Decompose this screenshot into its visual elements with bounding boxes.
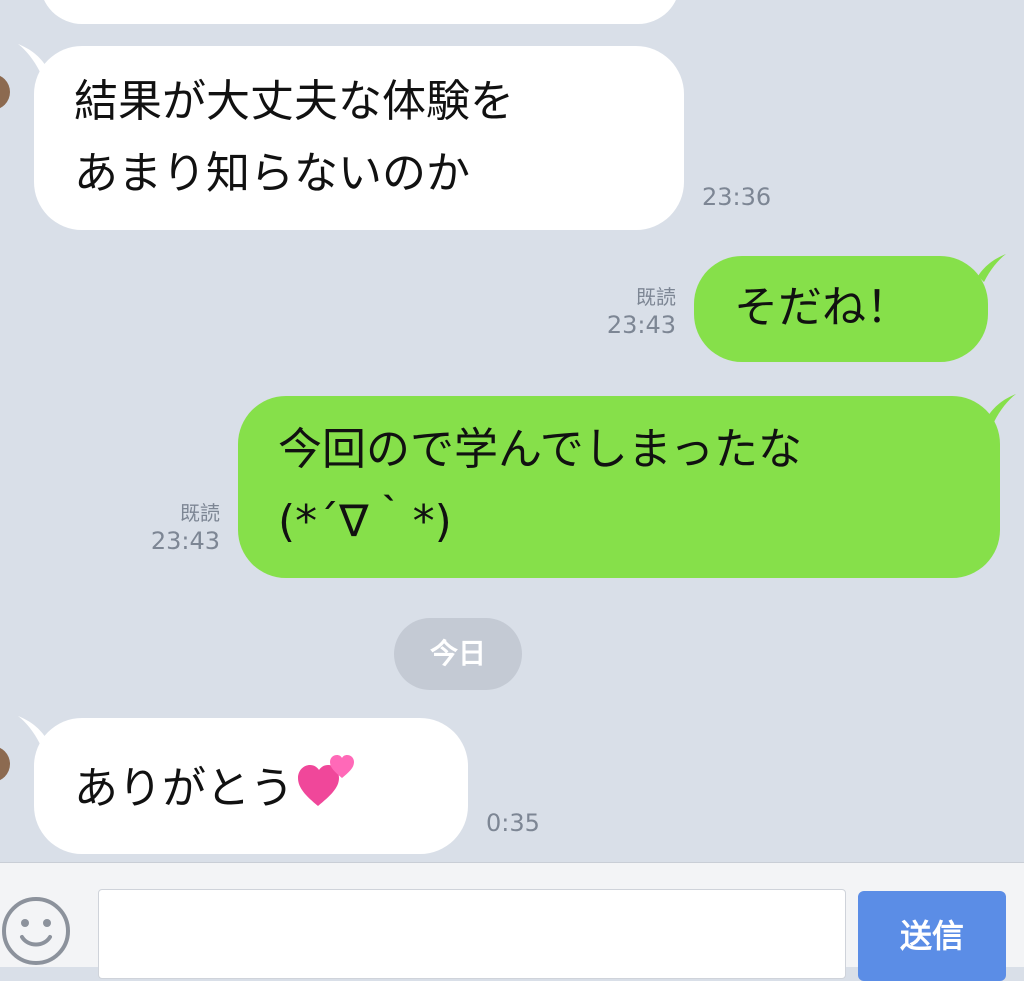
bubble-tail bbox=[978, 254, 1006, 282]
chat-area[interactable]: 結果が大丈夫な体験を あまり知らないのか 23:36 既読 23:43 そだね！… bbox=[0, 0, 1024, 862]
emoji-button[interactable] bbox=[0, 891, 76, 967]
bubble-tail bbox=[988, 394, 1016, 422]
message-time: 23:36 bbox=[702, 183, 772, 211]
message-time: 23:43 bbox=[606, 311, 676, 339]
message-line: 結果が大丈夫な体験を bbox=[74, 76, 514, 127]
message-line: 今回ので学んでしまったな bbox=[278, 424, 803, 475]
message-meta: 既読 23:43 bbox=[104, 500, 220, 556]
message-time: 23:43 bbox=[150, 527, 220, 555]
message-input[interactable] bbox=[98, 889, 846, 979]
read-receipt: 既読 bbox=[636, 285, 676, 309]
message-bubble-outgoing-2[interactable]: 今回ので学んでしまったな (*´∇｀*) bbox=[238, 396, 1000, 578]
message-line: あまり知らないのか bbox=[74, 148, 470, 199]
smiley-icon bbox=[2, 897, 70, 965]
send-button[interactable]: 送信 bbox=[858, 891, 1006, 981]
message-bubble-incoming-2[interactable]: ありがとう bbox=[34, 718, 468, 854]
avatar[interactable] bbox=[0, 74, 10, 110]
message-bubble-previous[interactable] bbox=[40, 0, 680, 24]
message-meta: 既読 23:43 bbox=[560, 284, 676, 340]
message-time: 0:35 bbox=[486, 809, 540, 837]
message-bubble-outgoing-1[interactable]: そだね！ bbox=[694, 256, 988, 362]
message-line: (*´∇｀*) bbox=[278, 496, 452, 547]
two-hearts-icon bbox=[296, 748, 360, 834]
message-line: ありがとう bbox=[74, 763, 294, 814]
avatar[interactable] bbox=[0, 746, 10, 782]
message-bubble-incoming-1[interactable]: 結果が大丈夫な体験を あまり知らないのか bbox=[34, 46, 684, 230]
message-input-bar: 送信 bbox=[0, 862, 1024, 981]
date-separator: 今日 bbox=[394, 618, 522, 690]
read-receipt: 既読 bbox=[180, 501, 220, 525]
message-line: そだね！ bbox=[734, 282, 910, 333]
